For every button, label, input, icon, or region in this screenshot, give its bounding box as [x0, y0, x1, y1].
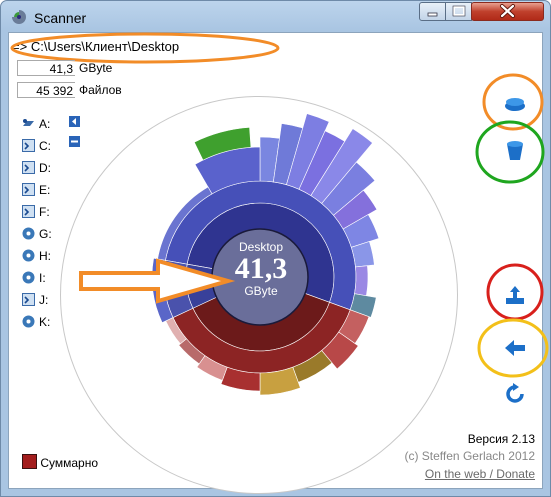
- summary-label: Суммарно: [40, 456, 99, 470]
- copyright-label: (c) Steffen Gerlach 2012: [404, 449, 535, 463]
- sunburst-segment[interactable]: [354, 265, 369, 297]
- web-donate-link[interactable]: On the web / Donate: [425, 467, 535, 481]
- pointer-arrow-annotation: [79, 258, 236, 304]
- summary-checkbox[interactable]: Суммарно: [22, 454, 98, 470]
- button-highlight-circles: [475, 73, 549, 378]
- summary-swatch: [22, 454, 37, 469]
- version-label: Версия 2.13: [467, 432, 535, 446]
